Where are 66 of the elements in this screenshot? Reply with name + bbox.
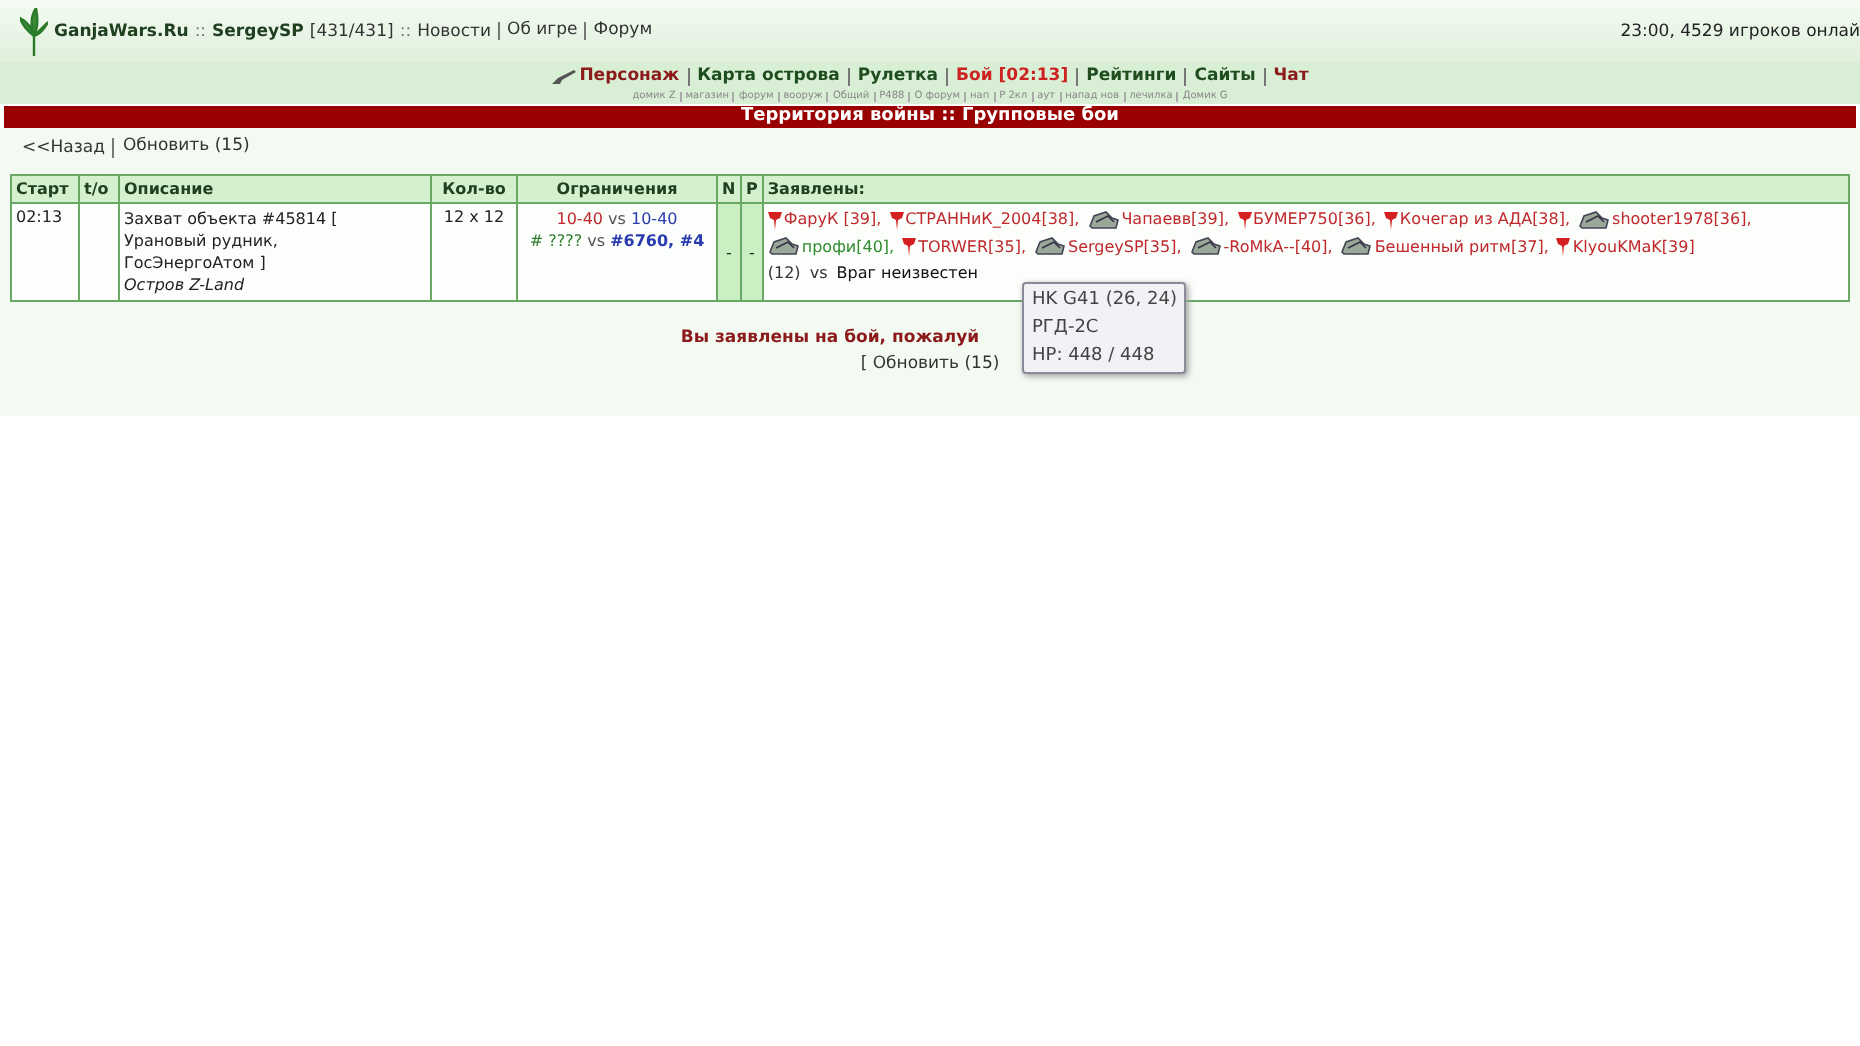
player-link[interactable]: СТРАННиК_2004[38], [905,208,1080,230]
column-header: Кол-во [431,175,517,203]
back-link[interactable]: <<Назад [22,138,105,158]
nav-link[interactable]: Рулетка [847,67,939,85]
refresh-link[interactable]: [ Обновить (15) [860,352,1000,378]
nav-link[interactable]: Чат [1263,67,1309,85]
tank-icon [1189,236,1222,256]
column-header: t/o [79,175,119,203]
column-header: P [741,175,763,203]
separator: :: [194,21,207,41]
nav-link[interactable]: Сайты [1184,67,1256,85]
column-header: N [717,175,741,203]
username[interactable]: SergeySP [212,21,304,41]
player-link[interactable]: -RoMkA--[40], [1223,235,1333,257]
player-link[interactable]: Чапаевв[39], [1121,208,1230,230]
leaf-icon [20,7,48,55]
pin-icon [902,236,917,256]
tank-icon [1087,209,1120,229]
notice-text: Вы заявлены на бой, пожалуй [680,326,980,352]
site-title[interactable]: GanjaWars.Ru [54,21,189,41]
tank-icon [1578,209,1611,229]
start-cell: 02:13 [11,203,79,301]
player-link[interactable]: Кочегар из АДА[38], [1399,208,1571,230]
nav-link[interactable]: Карта острова [687,67,840,85]
player-link[interactable]: TORWER[35], [918,235,1026,257]
clan-limits: # ???? vs #6760, #4 [527,230,707,252]
tank-icon [1034,236,1066,256]
nav-link[interactable]: Бой [02:13] [946,67,1069,85]
pin-icon [889,209,904,229]
rifle-icon [551,69,576,83]
player-link[interactable]: shooter1978[36], [1612,208,1752,230]
pin-icon [767,209,782,229]
player-link[interactable]: Бешенный ритм[37], [1374,235,1549,257]
separator: :: [399,21,412,41]
player-link[interactable]: профи[40], [801,235,895,257]
player-link[interactable]: ФаруК [39], [783,208,882,230]
nav-link[interactable]: Рейтинги [1076,67,1177,85]
player-total: (12) [767,262,801,284]
level-limits: 10-40 vs 10-40 [554,208,680,230]
column-header: Описание [119,175,431,203]
tank-icon [767,236,800,256]
vs-label: vs [809,262,828,284]
hp-counter: [431/431] [309,21,394,41]
pin-icon [1556,236,1571,256]
pin-icon [1383,209,1398,229]
player-link[interactable]: БУМЕР750[36], [1253,208,1376,230]
header-link[interactable]: Новости [417,21,492,41]
enemy-label: Враг неизвестен [836,262,978,284]
header-link[interactable]: Форум [583,22,653,40]
player-link[interactable]: SergeySP[35], [1068,235,1182,257]
tank-icon [1340,236,1373,256]
n-cell: - [717,203,741,301]
column-header: Заявлены: [762,175,1849,203]
section-banner: Территория войны :: Групповые бои [4,106,1856,128]
online-status: 23:00, 4529 игроков онлай [1620,21,1860,41]
pin-icon [1237,209,1252,229]
header-link[interactable]: Об игре [497,22,578,40]
tooltip: HK G41 (26, 24) РГД-2С HP: 448 / 448 [1022,282,1187,374]
nav-link[interactable]: Персонаж [551,67,680,85]
column-header: Старт [11,175,79,203]
column-header: Ограничения [517,175,717,203]
timeout-cell [79,203,119,301]
player-link[interactable]: KlyouKMaK[39] [1572,235,1695,257]
count-cell: 12 x 12 [431,203,517,301]
description-cell: Захват объекта #45814 [ Урановый рудник, ГосЭнергоАтом ] Остров Z-Land [119,203,431,301]
refresh-link[interactable]: Обновить (15) [112,138,250,158]
